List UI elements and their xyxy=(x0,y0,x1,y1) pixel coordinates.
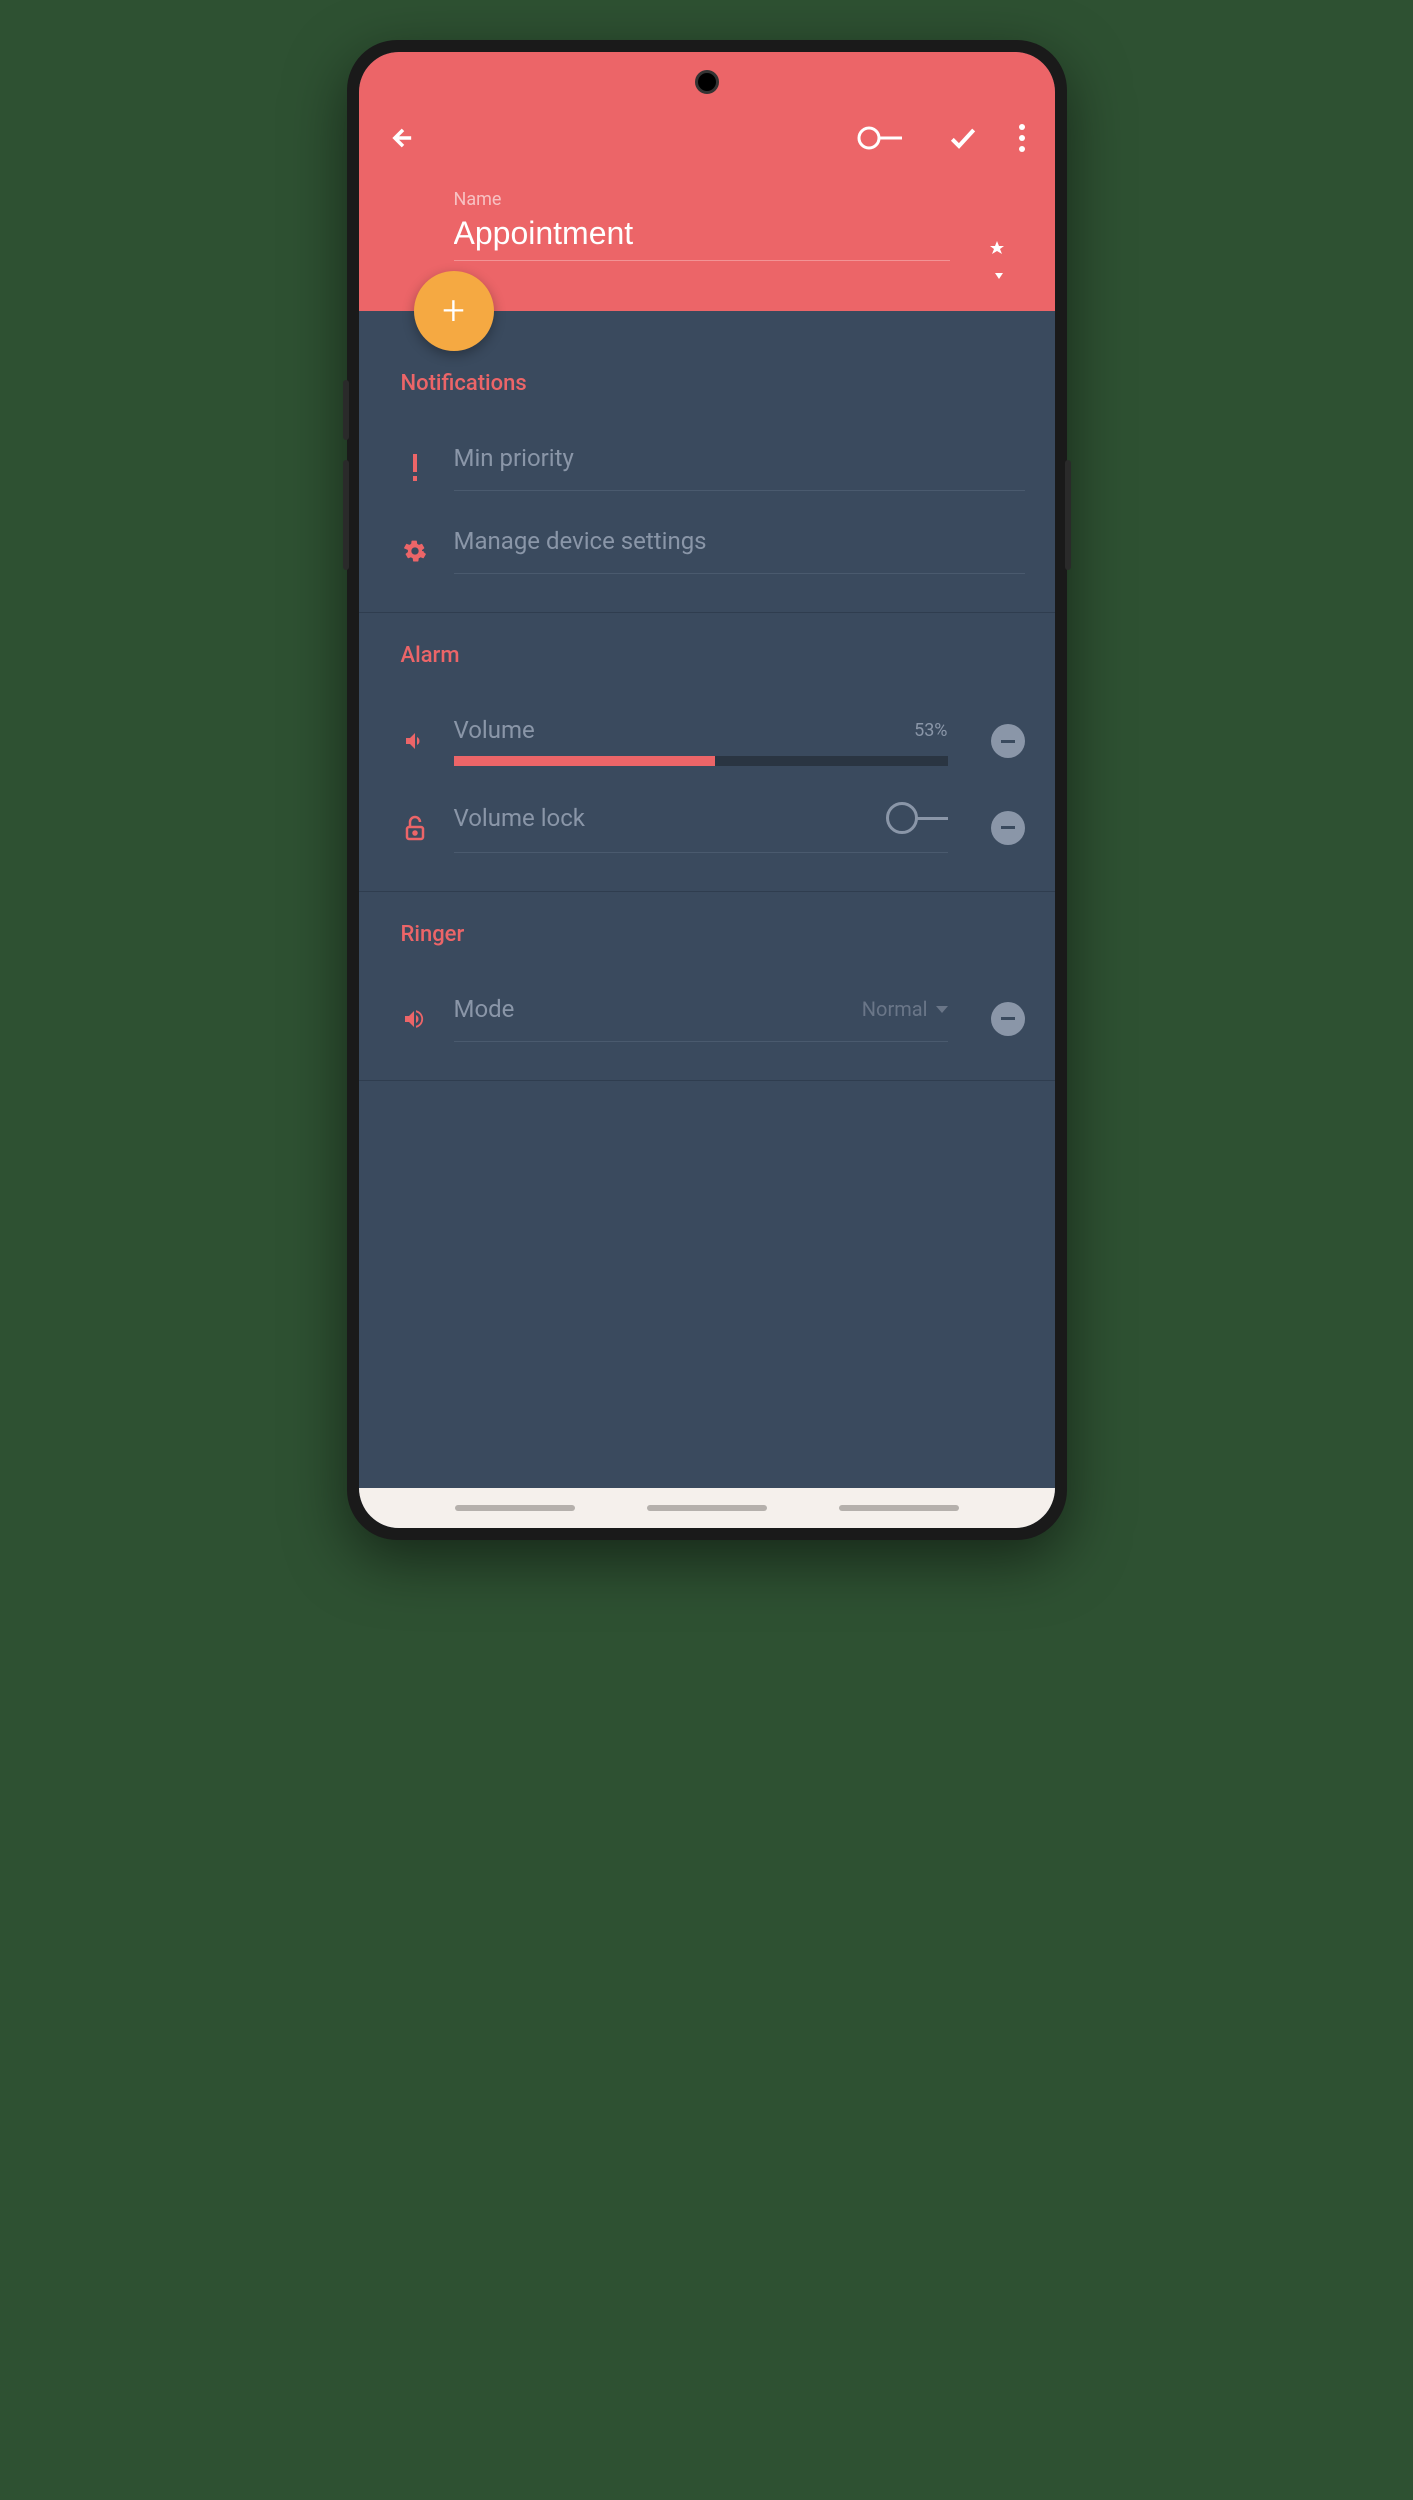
remove-button[interactable] xyxy=(991,724,1025,758)
add-button[interactable]: + xyxy=(414,271,494,351)
back-icon[interactable] xyxy=(389,124,417,152)
alarm-section: Alarm Volume 53% xyxy=(359,613,1055,892)
remove-button[interactable] xyxy=(991,1002,1025,1036)
minus-icon xyxy=(1001,740,1015,743)
volume-lock-toggle[interactable] xyxy=(886,802,948,834)
volume-icon xyxy=(401,727,429,755)
ringer-section: Ringer Mode Normal xyxy=(359,892,1055,1081)
setting-label: Manage device settings xyxy=(454,527,707,555)
camera-notch xyxy=(695,70,719,94)
phone-side-button xyxy=(1065,460,1071,570)
phone-screen: Name + Notifications xyxy=(359,52,1055,1528)
volume-percent: 53% xyxy=(914,720,947,741)
ringer-mode-row[interactable]: Mode Normal xyxy=(401,977,1025,1060)
nav-recents[interactable] xyxy=(455,1505,575,1511)
notifications-section: Notifications Min priority xyxy=(359,311,1055,613)
gear-icon xyxy=(401,537,429,565)
overflow-menu-icon[interactable] xyxy=(1019,124,1025,152)
header-toggle-icon[interactable] xyxy=(857,123,907,153)
lock-open-icon xyxy=(401,814,429,842)
volume-lock-label: Volume lock xyxy=(454,804,585,832)
priority-icon xyxy=(401,454,429,482)
setting-label: Min priority xyxy=(454,444,574,472)
minus-icon xyxy=(1001,1017,1015,1020)
navigation-bar xyxy=(359,1488,1055,1528)
minus-icon xyxy=(1001,826,1015,829)
nav-back[interactable] xyxy=(839,1505,959,1511)
volume-row: Volume 53% xyxy=(401,698,1025,784)
phone-side-button xyxy=(343,460,349,570)
mode-value: Normal xyxy=(862,997,928,1021)
toolbar xyxy=(389,122,1025,154)
plus-icon: + xyxy=(442,291,465,331)
mode-dropdown[interactable]: Normal xyxy=(862,997,948,1021)
name-input[interactable] xyxy=(454,215,950,261)
section-title: Alarm xyxy=(389,643,1025,668)
volume-slider-fill xyxy=(454,756,716,766)
night-mode-icon[interactable] xyxy=(973,227,1017,285)
phone-side-button xyxy=(343,380,349,440)
volume-slider[interactable] xyxy=(454,756,948,766)
section-title: Notifications xyxy=(389,371,1025,396)
min-priority-row[interactable]: Min priority xyxy=(401,426,1025,509)
remove-button[interactable] xyxy=(991,811,1025,845)
volume-label: Volume xyxy=(454,716,535,744)
content-area: Notifications Min priority xyxy=(359,311,1055,1381)
manage-settings-row[interactable]: Manage device settings xyxy=(401,509,1025,592)
nav-home[interactable] xyxy=(647,1505,767,1511)
empty-section xyxy=(359,1081,1055,1381)
ringer-icon xyxy=(401,1005,429,1033)
mode-label: Mode xyxy=(454,995,515,1023)
chevron-down-icon xyxy=(936,1006,948,1013)
name-label: Name xyxy=(454,189,950,210)
confirm-icon[interactable] xyxy=(947,122,979,154)
section-title: Ringer xyxy=(389,922,1025,947)
phone-frame: Name + Notifications xyxy=(347,40,1067,1540)
volume-lock-row: Volume lock xyxy=(401,784,1025,871)
